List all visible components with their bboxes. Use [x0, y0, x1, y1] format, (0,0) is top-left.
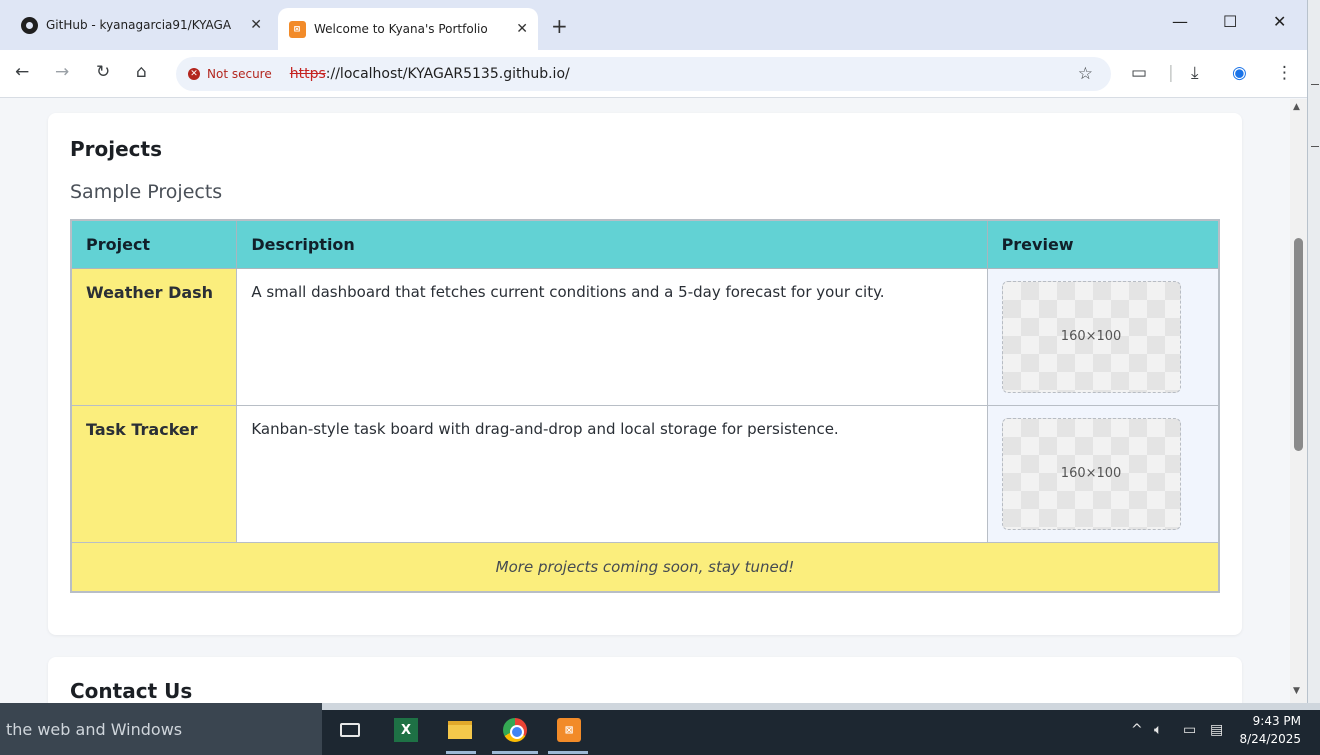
projects-table: Project Description Preview Weather Dash…	[70, 219, 1220, 593]
excel-icon[interactable]: X	[392, 716, 420, 744]
table-row: Task Tracker Kanban-style task board wit…	[70, 404, 1220, 543]
url-scheme: https	[289, 66, 326, 82]
contact-heading: Contact Us	[70, 679, 193, 703]
bookmark-star-icon[interactable]: ☆	[1078, 64, 1093, 84]
notifications-icon[interactable]: ▤	[1210, 722, 1223, 738]
project-description: Kanban-style task board with drag-and-dr…	[236, 404, 988, 543]
url-path: ://localhost/KYAGAR5135.github.io/	[325, 66, 570, 82]
maximize-button[interactable]: ☐	[1223, 12, 1237, 31]
close-window-button[interactable]: ✕	[1273, 12, 1286, 31]
xampp-taskbar-icon[interactable]: ⊠	[555, 716, 583, 744]
tray-overflow-icon[interactable]: ^	[1131, 722, 1143, 738]
tab-title: GitHub - kyanagarcia91/KYAGA	[46, 18, 232, 32]
minimize-button[interactable]: —	[1172, 12, 1188, 31]
explorer-running-indicator	[446, 751, 476, 754]
xampp-running-indicator	[548, 751, 588, 754]
search-placeholder: the web and Windows	[6, 719, 183, 739]
browser-toolbar: ← → ↻ ⌂ ✕ Not secure https://localhost/K…	[0, 50, 1307, 98]
table-footer-note: More projects coming soon, stay tuned!	[70, 541, 1220, 593]
clock-date: 8/24/2025	[1239, 732, 1301, 746]
preview-placeholder-image: 160×100	[1001, 417, 1181, 530]
scroll-down-arrow-icon[interactable]: ▼	[1293, 686, 1300, 696]
warning-icon: ✕	[188, 68, 200, 80]
project-name: Weather Dash	[70, 267, 238, 406]
scrollbar-thumb[interactable]	[1294, 238, 1303, 451]
chrome-running-indicator	[492, 751, 538, 754]
preview-cell: 160×100	[986, 404, 1220, 543]
table-header-row: Project Description Preview	[70, 219, 1220, 269]
project-description: A small dashboard that fetches current c…	[236, 267, 988, 406]
background-window-peek	[280, 703, 1320, 710]
taskbar-search-box[interactable]: the web and Windows	[0, 703, 322, 755]
toolbar-divider: |	[1168, 63, 1174, 83]
reload-icon[interactable]: ↻	[96, 62, 110, 82]
page-viewport: Projects Sample Projects Project Descrip…	[0, 99, 1290, 703]
reader-mode-icon[interactable]: ▭	[1131, 63, 1147, 83]
project-name: Task Tracker	[70, 404, 238, 543]
header-project: Project	[70, 219, 238, 269]
task-view-icon[interactable]	[336, 716, 364, 744]
download-icon[interactable]: ⤓	[1191, 63, 1199, 83]
address-bar[interactable]: ✕ Not secure https://localhost/KYAGAR513…	[176, 57, 1111, 91]
table-footer-row: More projects coming soon, stay tuned!	[70, 541, 1220, 593]
volume-icon[interactable]: 🔈︎	[1154, 722, 1162, 738]
forward-arrow-icon[interactable]: →	[55, 62, 69, 82]
projects-heading: Projects	[70, 137, 163, 161]
tab-portfolio[interactable]: ⊠ Welcome to Kyana's Portfolio ✕	[278, 8, 538, 50]
close-tab-icon[interactable]: ✕	[516, 21, 528, 37]
xampp-icon: ⊠	[288, 20, 306, 38]
contact-section: Contact Us	[48, 657, 1242, 703]
sample-projects-heading: Sample Projects	[70, 181, 223, 203]
scroll-up-arrow-icon[interactable]: ▲	[1293, 102, 1300, 112]
taskbar-clock[interactable]: 9:43 PM 8/24/2025	[1237, 712, 1301, 748]
file-explorer-icon[interactable]	[446, 716, 474, 744]
new-tab-button[interactable]: +	[551, 14, 568, 38]
chrome-icon[interactable]	[501, 716, 529, 744]
tab-strip: GitHub - kyanagarcia91/KYAGA ✕ ⊠ Welcome…	[0, 0, 1307, 50]
github-icon	[20, 16, 38, 34]
network-icon[interactable]: ▭	[1183, 722, 1196, 738]
preview-placeholder-image: 160×100	[1001, 280, 1181, 393]
table-row: Weather Dash A small dashboard that fetc…	[70, 267, 1220, 406]
clock-time: 9:43 PM	[1252, 714, 1301, 728]
security-label: Not secure	[207, 67, 272, 81]
projects-section: Projects Sample Projects Project Descrip…	[48, 113, 1242, 635]
header-preview: Preview	[986, 219, 1220, 269]
preview-cell: 160×100	[986, 267, 1220, 406]
close-tab-icon[interactable]: ✕	[250, 17, 262, 33]
tab-title: Welcome to Kyana's Portfolio	[314, 22, 488, 36]
home-icon[interactable]: ⌂	[136, 62, 147, 82]
back-arrow-icon[interactable]: ←	[15, 62, 29, 82]
profile-icon[interactable]: ◉	[1232, 63, 1247, 83]
menu-kebab-icon[interactable]: ⋮	[1276, 63, 1293, 83]
security-chip[interactable]: ✕ Not secure	[188, 67, 282, 81]
url-text[interactable]: https://localhost/KYAGAR5135.github.io/	[290, 66, 570, 82]
tab-github[interactable]: GitHub - kyanagarcia91/KYAGA ✕	[10, 8, 272, 42]
adjacent-window-edge	[1307, 0, 1320, 703]
header-description: Description	[236, 219, 988, 269]
